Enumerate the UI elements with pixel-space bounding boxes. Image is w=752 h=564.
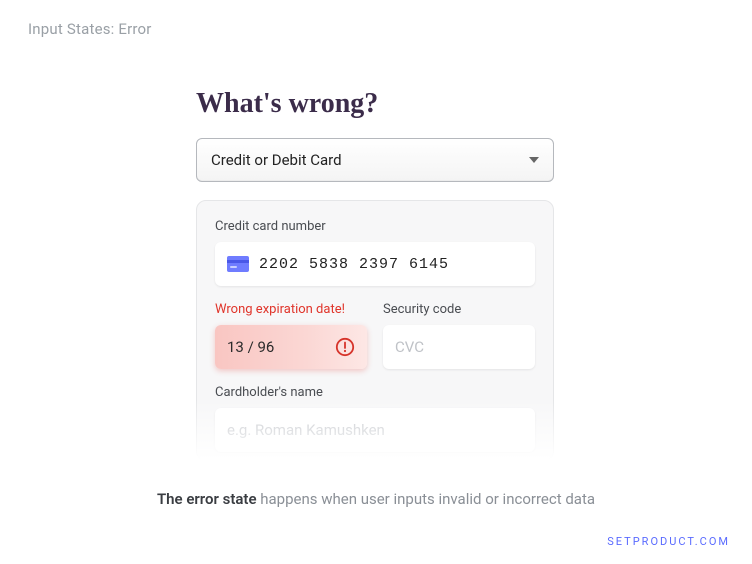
expiry-error-label: Wrong expiration date! xyxy=(215,302,367,317)
chevron-down-icon xyxy=(529,157,539,163)
caption-strong: The error state xyxy=(157,490,257,508)
card-number-label: Credit card number xyxy=(215,219,535,234)
cardholder-input[interactable]: e.g. Roman Kamushken xyxy=(215,408,535,452)
form-title: What's wrong? xyxy=(196,88,554,120)
caption-rest: happens when user inputs invalid or inco… xyxy=(257,490,596,508)
error-icon xyxy=(335,337,355,357)
payment-method-value: Credit or Debit Card xyxy=(211,151,342,169)
cvc-label: Security code xyxy=(383,302,535,317)
card-details-panel: Credit card number 2202 5838 2397 6145 W… xyxy=(196,200,554,461)
canvas: Input States: Error What's wrong? Credit… xyxy=(0,0,752,564)
brand-link[interactable]: SETPRODUCT.COM xyxy=(607,535,730,548)
payment-form: What's wrong? Credit or Debit Card Credi… xyxy=(196,88,554,461)
cardholder-placeholder: e.g. Roman Kamushken xyxy=(227,421,385,439)
cvc-input[interactable]: CVC xyxy=(383,325,535,369)
cardholder-label: Cardholder's name xyxy=(215,385,535,400)
page-subtitle: Input States: Error xyxy=(28,20,152,38)
credit-card-icon xyxy=(227,256,249,272)
card-number-input[interactable]: 2202 5838 2397 6145 xyxy=(215,242,535,286)
card-number-value: 2202 5838 2397 6145 xyxy=(259,256,449,273)
payment-method-select[interactable]: Credit or Debit Card xyxy=(196,138,554,182)
expiry-input[interactable]: 13 / 96 xyxy=(215,325,367,369)
cvc-placeholder: CVC xyxy=(395,338,424,356)
caption: The error state happens when user inputs… xyxy=(0,490,752,508)
expiry-value: 13 / 96 xyxy=(227,338,274,356)
